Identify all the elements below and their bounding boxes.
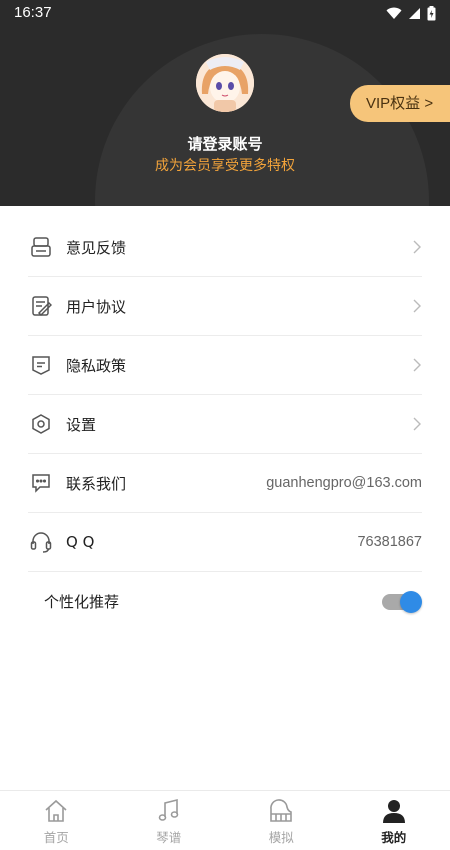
menu-item-privacy-policy[interactable]: 隐私政策 bbox=[28, 336, 422, 395]
menu-list: 意见反馈 用户协议 隐私政策 设置 联系我们 guanhengpro@163.c… bbox=[28, 218, 422, 631]
music-note-icon bbox=[158, 798, 179, 821]
membership-promo: 成为会员享受更多特权 bbox=[155, 158, 295, 174]
login-prompt[interactable]: 请登录账号 bbox=[0, 133, 450, 154]
status-bar: 16:37 bbox=[0, 0, 450, 28]
message-icon bbox=[28, 470, 54, 496]
menu-item-feedback[interactable]: 意见反馈 bbox=[28, 218, 422, 277]
chevron-right-icon bbox=[413, 240, 421, 254]
privacy-icon bbox=[28, 352, 54, 378]
personalized-recommendation-label: 个性化推荐 bbox=[44, 593, 120, 611]
toggle-knob bbox=[400, 590, 422, 613]
battery-icon bbox=[427, 6, 436, 21]
avatar-image bbox=[196, 54, 254, 112]
bottom-navigation: 首页 琴谱 模拟 我的 bbox=[0, 790, 450, 850]
chevron-right-icon bbox=[413, 417, 421, 431]
menu-item-settings[interactable]: 设置 bbox=[28, 395, 422, 454]
wifi-icon bbox=[386, 7, 402, 19]
menu-item-user-agreement[interactable]: 用户协议 bbox=[28, 277, 422, 336]
menu-label-user-agreement: 用户协议 bbox=[66, 297, 127, 316]
agreement-icon bbox=[28, 293, 54, 319]
menu-label-settings: 设置 bbox=[66, 415, 97, 434]
nav-label-simulate: 模拟 bbox=[268, 830, 294, 845]
menu-item-personalized-recommendation: 个性化推荐 bbox=[28, 572, 422, 631]
home-icon bbox=[45, 799, 67, 822]
vip-benefits-button[interactable]: VIP权益 > bbox=[350, 85, 450, 122]
chevron-right-icon bbox=[413, 358, 421, 372]
status-time: 16:37 bbox=[14, 4, 52, 21]
menu-label-feedback: 意见反馈 bbox=[66, 238, 127, 257]
nav-label-home: 首页 bbox=[43, 830, 69, 845]
profile-header: 16:37 请登录账号 成为会员享受更多特权 VIP权益 > bbox=[0, 0, 450, 206]
nav-label-mine: 我的 bbox=[381, 830, 407, 845]
headset-icon bbox=[28, 529, 54, 555]
menu-label-qq: Q Q bbox=[66, 533, 95, 551]
avatar[interactable] bbox=[196, 54, 254, 112]
settings-icon bbox=[28, 411, 54, 437]
personalized-recommendation-toggle[interactable] bbox=[382, 590, 422, 613]
user-icon bbox=[382, 800, 405, 823]
contact-email[interactable]: guanhengpro@163.com bbox=[266, 475, 422, 491]
status-icons bbox=[386, 6, 436, 21]
menu-label-contact-us: 联系我们 bbox=[66, 474, 127, 493]
nav-label-scores: 琴谱 bbox=[156, 830, 182, 845]
qq-number[interactable]: 76381867 bbox=[357, 534, 422, 550]
nav-tab-simulate[interactable]: 模拟 bbox=[225, 791, 338, 850]
nav-tab-home[interactable]: 首页 bbox=[0, 791, 113, 850]
menu-label-privacy-policy: 隐私政策 bbox=[66, 356, 127, 375]
menu-item-contact-us[interactable]: 联系我们 guanhengpro@163.com bbox=[28, 454, 422, 513]
menu-item-qq[interactable]: Q Q 76381867 bbox=[28, 513, 422, 572]
feedback-icon bbox=[28, 234, 54, 260]
chevron-right-icon bbox=[413, 299, 421, 313]
nav-tab-mine[interactable]: 我的 bbox=[338, 791, 450, 850]
piano-icon bbox=[270, 799, 293, 822]
signal-icon bbox=[409, 8, 420, 19]
nav-tab-scores[interactable]: 琴谱 bbox=[113, 791, 226, 850]
